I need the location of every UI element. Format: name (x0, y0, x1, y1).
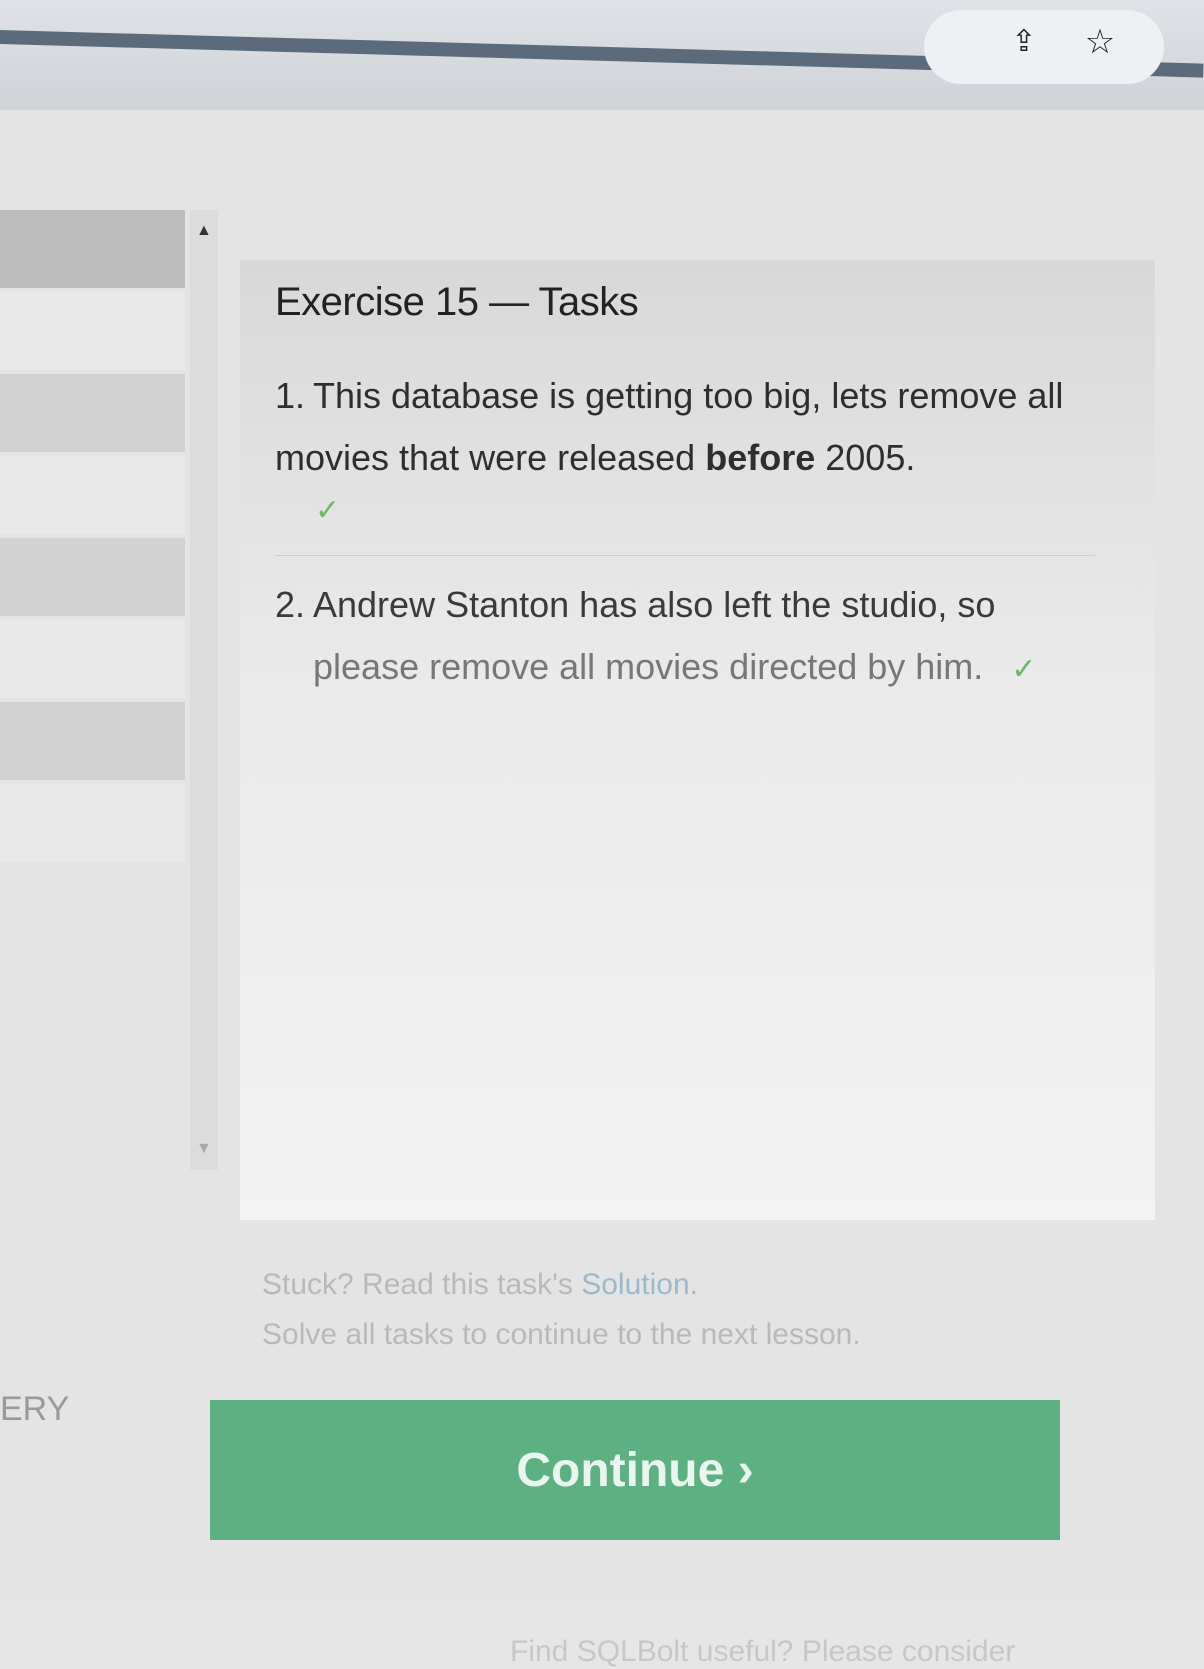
stuck-text: Stuck? Read this task's (262, 1268, 582, 1301)
share-icon[interactable]: ⇪ (1004, 22, 1044, 62)
scroll-up-icon[interactable]: ▲ (196, 222, 212, 240)
stuck-hint: Stuck? Read this task's Solution. (262, 1260, 861, 1310)
editor-row (0, 702, 185, 780)
editor-row (0, 374, 185, 452)
tasks-panel: Exercise 15 — Tasks 1. This database is g… (240, 260, 1155, 1220)
editor-row (0, 538, 185, 616)
page-content: ERY ▲ ▼ Exercise 15 — Tasks 1. This datab… (0, 110, 1204, 1668)
footer-promo: Find SQLBolt useful? Please consider (510, 1635, 1016, 1668)
hints: Stuck? Read this task's Solution. Solve … (262, 1260, 861, 1360)
check-icon: ✓ (315, 494, 341, 527)
task-divider (275, 555, 1095, 556)
task-text-line1: Andrew Stanton has also left the studio,… (313, 584, 996, 625)
page-title: Exercise 15 — Tasks (275, 280, 639, 324)
task-text-part: 2005. (815, 437, 916, 478)
editor-row (0, 456, 185, 534)
continue-button[interactable]: Continue › (210, 1400, 1060, 1540)
browser-toolbar: ⇪ ☆ (0, 0, 1204, 110)
task-item: 2. Andrew Stanton has also left the studi… (275, 574, 1095, 701)
task-text-line2: please remove all movies directed by him… (313, 646, 984, 687)
scrollbar[interactable]: ▲ ▼ (190, 210, 218, 1170)
task-list: 1. This database is getting too big, lets… (275, 365, 1095, 701)
task-text-part: This database is getting too big, lets r… (275, 375, 1064, 478)
editor-row (0, 210, 185, 288)
editor-row (0, 784, 185, 862)
editor-row (0, 292, 185, 370)
solve-all-hint: Solve all tasks to continue to the next … (262, 1318, 861, 1351)
editor-rows (0, 210, 185, 1110)
task-text: This database is getting too big, lets r… (275, 375, 1063, 478)
scroll-down-icon[interactable]: ▼ (196, 1140, 212, 1158)
query-label-fragment: ERY (0, 1390, 70, 1428)
task-item: 1. This database is getting too big, lets… (275, 365, 1095, 533)
editor-row (0, 620, 185, 698)
star-icon[interactable]: ☆ (1080, 22, 1120, 62)
task-number: 2. (275, 584, 306, 625)
solution-link[interactable]: Solution. (581, 1268, 698, 1301)
check-icon: ✓ (1011, 653, 1037, 686)
address-bar-end[interactable] (924, 10, 1164, 84)
task-text-bold: before (705, 437, 816, 478)
task-number: 1. (275, 375, 306, 416)
